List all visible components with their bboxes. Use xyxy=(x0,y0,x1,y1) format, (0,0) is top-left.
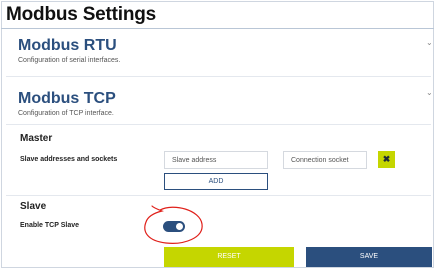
master-heading: Master xyxy=(20,133,53,144)
section-subtitle-rtu: Configuration of serial interfaces. xyxy=(18,57,121,64)
modbus-rtu-section[interactable]: Modbus RTU Configuration of serial inter… xyxy=(18,37,120,64)
add-button[interactable]: ADD xyxy=(164,173,268,190)
chevron-down-icon[interactable]: ⌄ xyxy=(426,88,433,97)
close-icon: ✖ xyxy=(382,154,391,164)
chevron-down-icon[interactable]: ⌄ xyxy=(426,38,433,47)
enable-tcp-slave-label: Enable TCP Slave xyxy=(20,222,80,229)
section-divider xyxy=(6,195,431,196)
slave-addresses-label: Slave addresses and sockets xyxy=(20,156,118,163)
section-title-tcp: Modbus TCP xyxy=(18,90,116,107)
slave-heading: Slave xyxy=(20,201,47,212)
section-divider xyxy=(6,124,431,125)
title-divider xyxy=(1,28,434,29)
section-divider xyxy=(6,76,431,77)
section-subtitle-tcp: Configuration of TCP interface. xyxy=(18,110,114,117)
page-title: Modbus Settings xyxy=(6,4,157,25)
remove-socket-button[interactable]: ✖ xyxy=(378,151,395,168)
slave-address-input[interactable]: Slave address xyxy=(164,151,268,169)
save-button[interactable]: SAVE xyxy=(306,247,432,267)
section-title-rtu: Modbus RTU xyxy=(18,37,117,54)
toggle-knob xyxy=(176,223,183,230)
reset-button[interactable]: RESET xyxy=(164,247,294,267)
modbus-tcp-section[interactable]: Modbus TCP Configuration of TCP interfac… xyxy=(18,90,116,117)
connection-socket-input[interactable]: Connection socket xyxy=(283,151,367,169)
enable-tcp-slave-toggle[interactable] xyxy=(163,221,185,232)
